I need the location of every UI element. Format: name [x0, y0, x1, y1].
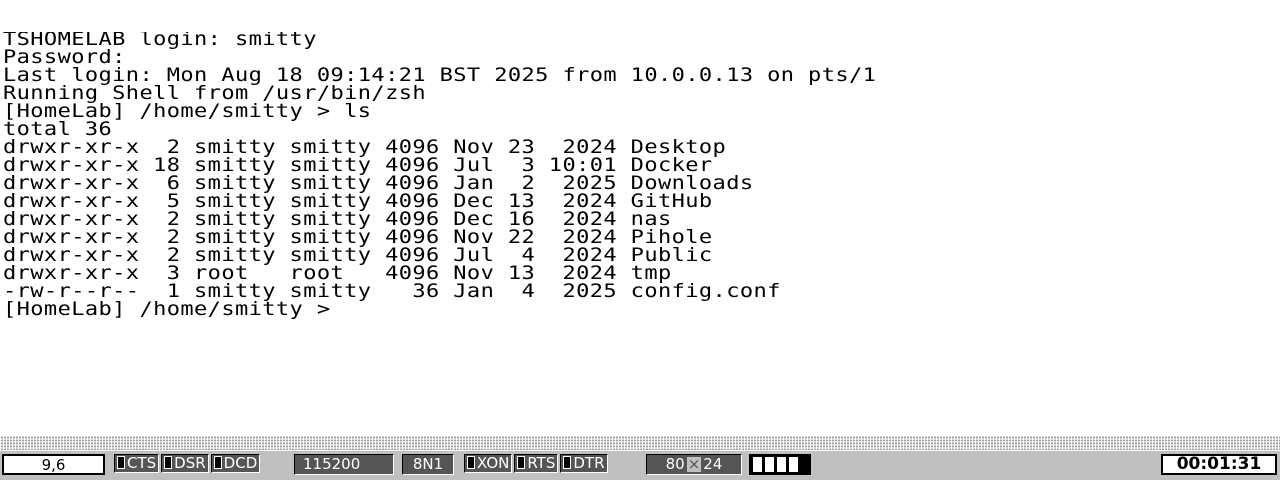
dcd-led-icon — [213, 456, 222, 469]
modem-line-indicators: CTS DSR DCD — [114, 454, 262, 475]
terminal-line: Last login: Mon Aug 18 09:14:21 BST 2025… — [3, 64, 877, 87]
terminal-line: drwxr-xr-x 18 smitty smitty 4096 Jul 3 1… — [3, 154, 713, 177]
elapsed-timer: 00:01:31 — [1161, 454, 1277, 475]
terminal-line: drwxr-xr-x 6 smitty smitty 4096 Jan 2 20… — [3, 172, 754, 195]
terminal-line: total 36 — [3, 118, 113, 141]
dsr-label: DSR — [174, 454, 206, 472]
status-bar: 9,6 CTS DSR DCD 115200 8N1 XON RTS DTR 80 × 24… — [0, 450, 1280, 480]
signal-bar-icon — [765, 457, 774, 472]
dtr-led-icon — [563, 456, 572, 469]
elapsed-time-value: 00:01:31 — [1176, 454, 1262, 474]
flow-control-indicators: XON RTS DTR — [464, 454, 610, 475]
status-separator — [0, 436, 1280, 450]
dtr-indicator[interactable]: DTR — [560, 454, 608, 473]
cts-label: CTS — [127, 454, 157, 472]
rts-indicator[interactable]: RTS — [514, 454, 559, 473]
terminal-prompt: [HomeLab] /home/smitty > — [3, 298, 345, 321]
xon-led-icon — [467, 456, 475, 469]
terminal-line: -rw-r--r-- 1 smitty smitty 36 Jan 4 2025… — [3, 280, 781, 303]
terminal-line: drwxr-xr-x 5 smitty smitty 4096 Dec 13 2… — [3, 190, 713, 213]
text-cursor — [344, 302, 357, 316]
terminal-rows: 24 — [703, 455, 723, 473]
frame-format-value: 8N1 — [412, 455, 444, 473]
rts-led-icon — [517, 456, 526, 469]
terminal-line: Running Shell from /usr/bin/zsh — [3, 82, 426, 105]
dsr-indicator[interactable]: DSR — [161, 454, 209, 473]
cts-led-icon — [117, 456, 125, 469]
frame-format[interactable]: 8N1 — [402, 454, 454, 475]
dtr-label: DTR — [573, 454, 605, 472]
terminal-line: drwxr-xr-x 2 smitty smitty 4096 Nov 23 2… — [3, 136, 727, 159]
rts-label: RTS — [527, 454, 556, 472]
signal-bar-icon — [753, 457, 762, 472]
signal-bar-icon — [777, 457, 786, 472]
terminal-line: TSHOMELAB login: smitty — [3, 32, 317, 51]
terminal-line: drwxr-xr-x 2 smitty smitty 4096 Jul 4 20… — [3, 244, 713, 267]
terminal-size[interactable]: 80 × 24 — [646, 454, 742, 475]
terminal-line: drwxr-xr-x 3 root root 4096 Nov 13 2024 … — [3, 262, 672, 285]
terminal-cols: 80 — [665, 455, 685, 473]
terminal-output[interactable]: TSHOMELAB login: smitty Password: Last l… — [3, 32, 1277, 432]
terminal-line: drwxr-xr-x 2 smitty smitty 4096 Dec 16 2… — [3, 208, 672, 231]
terminal-prompt-line[interactable]: [HomeLab] /home/smitty > — [3, 300, 1277, 319]
baud-rate[interactable]: 115200 — [294, 454, 394, 475]
signal-bar-icon — [789, 457, 798, 472]
xon-label: XON — [477, 454, 510, 472]
signal-meter — [749, 454, 811, 475]
dcd-indicator[interactable]: DCD — [210, 454, 261, 473]
cursor-position-value: 9,6 — [41, 456, 66, 474]
times-icon: × — [686, 455, 702, 473]
terminal-line: Password: — [3, 46, 126, 69]
xon-indicator[interactable]: XON — [464, 454, 513, 473]
cts-indicator[interactable]: CTS — [114, 454, 160, 473]
terminal-window: TSHOMELAB login: smitty Password: Last l… — [0, 0, 1280, 480]
dsr-led-icon — [164, 456, 173, 469]
terminal-line: [HomeLab] /home/smitty > ls — [3, 100, 372, 123]
dcd-label: DCD — [223, 454, 258, 472]
terminal-line: drwxr-xr-x 2 smitty smitty 4096 Nov 22 2… — [3, 226, 713, 249]
baud-rate-value: 115200 — [303, 455, 361, 473]
cursor-position: 9,6 — [2, 454, 105, 475]
